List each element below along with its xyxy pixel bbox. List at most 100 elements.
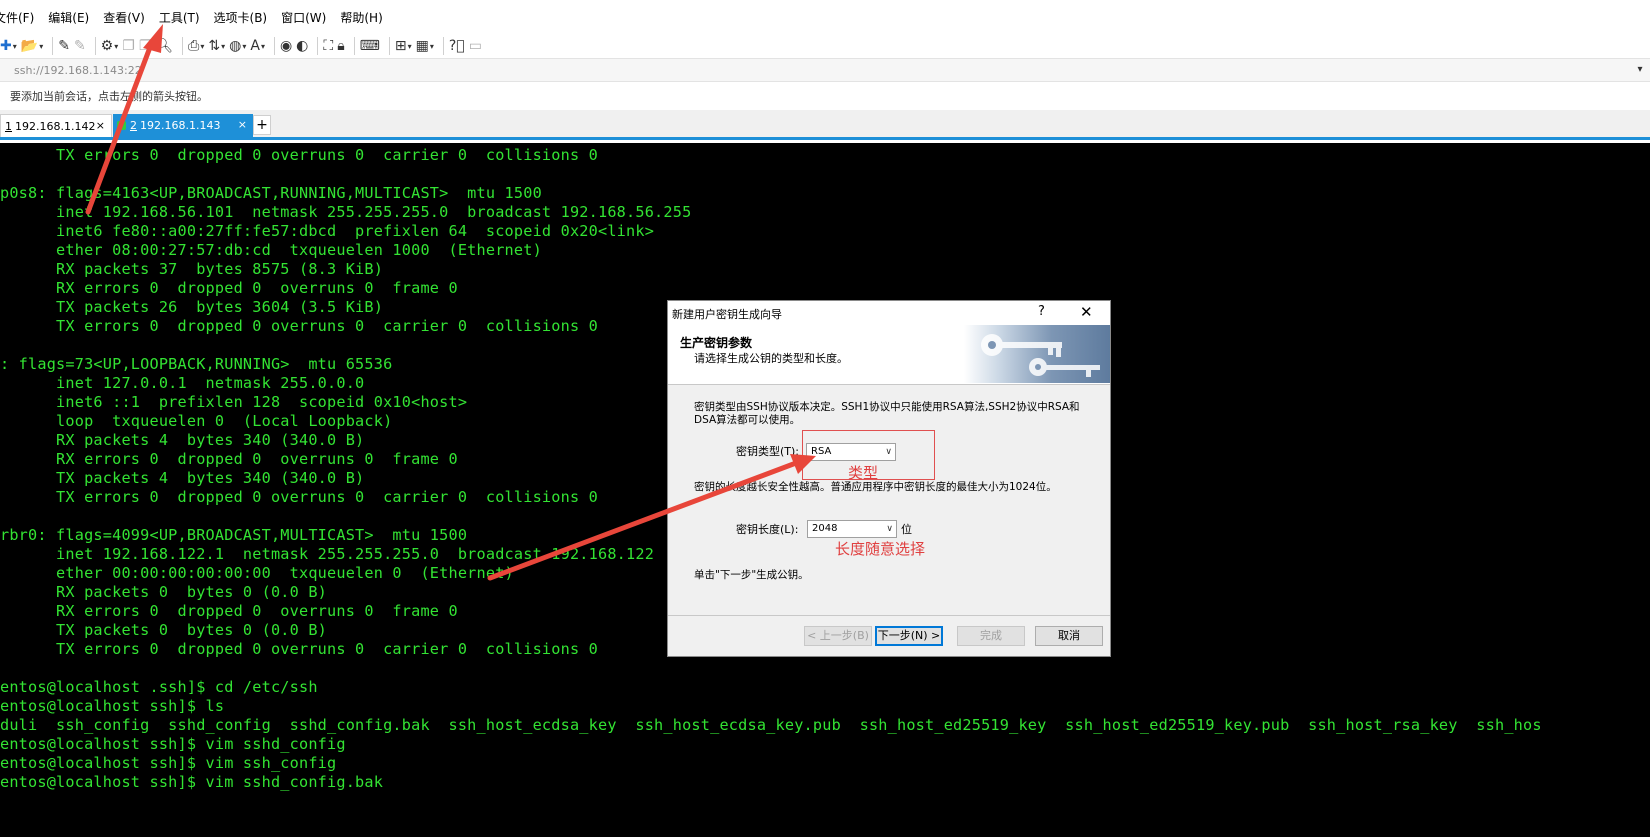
help-icon[interactable]: ? — [1038, 304, 1045, 319]
close-icon[interactable]: ✕ — [1080, 303, 1093, 321]
terminal-scrollbar[interactable] — [1634, 143, 1650, 837]
toolbar-separator — [52, 37, 54, 55]
key-length-value: 2048 — [812, 523, 838, 534]
finish-button[interactable]: 完成 — [957, 626, 1025, 646]
terminal-line: inet6 fe80::a00:27ff:fe57:dbcd prefixlen… — [0, 222, 655, 240]
add-tab-button[interactable]: + — [253, 115, 271, 135]
copy-icon[interactable]: ❐ — [122, 36, 135, 56]
font-icon[interactable]: A ▾ — [250, 36, 265, 56]
tab-label: 192.168.1.143 — [140, 119, 221, 132]
description-line: 密钥类型由SSH协议版本决定。SSH1协议中只能使用RSA算法,SSH2协议中R… — [694, 401, 1080, 413]
terminal-line: TX packets 4 bytes 340 (340.0 B) — [0, 469, 365, 487]
keyboard-icon[interactable]: ⌨ — [360, 36, 380, 56]
toolbar-separator — [388, 37, 390, 55]
address-text[interactable]: ssh://192.168.1.143:22 — [14, 64, 142, 77]
chat-icon[interactable]: ▭ — [469, 36, 482, 56]
dialog-titlebar: 新建用户密钥生成向导 ? ✕ — [668, 301, 1110, 325]
tab-label: 192.168.1.142 — [15, 119, 96, 133]
tab-session-1[interactable]: 1 192.168.1.142 × — [0, 114, 112, 137]
globe-icon[interactable]: ◍ ▾ — [229, 36, 246, 56]
chevron-down-icon: ∨ — [886, 524, 893, 534]
menu-tools[interactable]: 工具(T) — [159, 9, 208, 26]
terminal-line: duli ssh_config sshd_config sshd_config.… — [0, 716, 1542, 734]
terminal-line: entos@localhost ssh]$ vim sshd_config.ba… — [0, 773, 384, 791]
transfer-icon[interactable]: ⇅ ▾ — [208, 36, 225, 56]
menu-help[interactable]: 帮助(H) — [340, 9, 390, 26]
next-step-hint: 单击"下一步"生成公钥。 — [694, 569, 809, 581]
terminal-line: RX errors 0 dropped 0 overruns 0 frame 0 — [0, 602, 458, 620]
xftp-icon[interactable]: ◉ — [280, 36, 292, 56]
tab-close-icon[interactable]: × — [96, 119, 105, 132]
terminal-line: entos@localhost ssh]$ ls — [0, 697, 225, 715]
terminal-line: p0s8: flags=4163<UP,BROADCAST,RUNNING,MU… — [0, 184, 542, 202]
terminal-line: TX errors 0 dropped 0 overruns 0 carrier… — [0, 146, 598, 164]
back-button[interactable]: < 上一步(B) — [804, 626, 872, 646]
terminal-line: RX packets 4 bytes 340 (340.0 B) — [0, 431, 365, 449]
disconnect-icon[interactable]: ✎ — [74, 36, 86, 56]
dialog-header: 生产密钥参数 请选择生成公钥的类型和长度。 — [668, 325, 1110, 385]
key-length-select[interactable]: 2048 ∨ — [807, 520, 897, 538]
tab-session-2[interactable]: 2 192.168.1.143 × — [113, 114, 253, 137]
toolbar-separator — [317, 37, 319, 55]
dialog-title: 新建用户密钥生成向导 — [672, 308, 782, 321]
terminal-line: TX errors 0 dropped 0 overruns 0 carrier… — [0, 317, 598, 335]
help-icon[interactable]: ?⃝ — [449, 36, 465, 56]
toolbar-separator — [182, 37, 184, 55]
cancel-button[interactable]: 取消 — [1035, 626, 1103, 646]
fullscreen-icon[interactable]: ⛶ — [323, 36, 333, 56]
terminal-line: RX packets 37 bytes 8575 (8.3 KiB) — [0, 260, 384, 278]
open-folder-icon[interactable]: 📂 ▾ — [21, 36, 43, 56]
layout-icon[interactable]: ▦ ▾ — [416, 36, 434, 56]
toolbar: ✚ ▾ 📂 ▾ ✎ ✎ ⚙ ▾ ❐ ❐ 🔍︎ ⎙ ▾ ⇅ ▾ ◍ ▾ A ▾ ◉ ◐ ⛶ 🔒︎… — [0, 34, 1650, 58]
key-length-unit: 位 — [901, 523, 912, 536]
new-session-icon[interactable]: ✚ ▾ — [0, 36, 17, 56]
terminal-line: RX errors 0 dropped 0 overruns 0 frame 0 — [0, 450, 458, 468]
key-type-description: 密钥类型由SSH协议版本决定。SSH1协议中只能使用RSA算法,SSH2协议中R… — [694, 401, 1080, 427]
terminal-line: loop txqueuelen 0 (Local Loopback) — [0, 412, 393, 430]
terminal-line: rbr0: flags=4099<UP,BROADCAST,MULTICAST>… — [0, 526, 468, 544]
toolbar-separator — [273, 37, 275, 55]
terminal-line: inet 127.0.0.1 netmask 255.0.0.0 — [0, 374, 365, 392]
terminal-line: RX errors 0 dropped 0 overruns 0 frame 0 — [0, 279, 458, 297]
xshell-window: 文件(F) 编辑(E) 查看(V) 工具(T) 选项卡(B) 窗口(W) 帮助(… — [0, 0, 1650, 837]
new-tab-icon[interactable]: ⊞ ▾ — [395, 36, 412, 56]
terminal-line: ether 08:00:27:57:db:cd txqueuelen 1000 … — [0, 241, 542, 259]
toolbar-separator — [353, 37, 355, 55]
menu-file[interactable]: 文件(F) — [0, 9, 42, 26]
properties-icon[interactable]: ⚙ ▾ — [101, 36, 119, 56]
terminal-line: entos@localhost ssh]$ vim ssh_config — [0, 754, 337, 772]
menu-edit[interactable]: 编辑(E) — [48, 9, 97, 26]
dialog-footer-divider — [668, 615, 1110, 616]
description-line: DSA算法都可以使用。 — [694, 414, 801, 426]
toolbar-separator — [94, 37, 96, 55]
session-hint-text: 要添加当前会话，点击左侧的箭头按钮。 — [10, 90, 208, 103]
menu-bar: 文件(F) 编辑(E) 查看(V) 工具(T) 选项卡(B) 窗口(W) 帮助(… — [0, 0, 1650, 34]
menu-window[interactable]: 窗口(W) — [281, 9, 334, 26]
key-length-label: 密钥长度(L): — [736, 523, 799, 536]
menu-view[interactable]: 查看(V) — [103, 9, 153, 26]
tab-number: 2 — [130, 119, 137, 132]
terminal-line: entos@localhost .ssh]$ cd /etc/ssh — [0, 678, 318, 696]
toolbar-separator — [442, 37, 444, 55]
xmanager-icon[interactable]: ◐ — [296, 36, 308, 56]
address-bar[interactable]: ssh://192.168.1.143:22 ▾ — [0, 58, 1650, 82]
terminal-line: ether 00:00:00:00:00:00 txqueuelen 0 (Et… — [0, 564, 514, 582]
next-button[interactable]: 下一步(N) > — [875, 626, 943, 646]
lock-icon[interactable]: 🔒︎ — [337, 36, 344, 56]
terminal-line: inet 192.168.56.101 netmask 255.255.255.… — [0, 203, 692, 221]
connect-icon[interactable]: ✎ — [58, 36, 70, 56]
connected-status-icon — [117, 121, 126, 130]
terminal-line: inet 192.168.122.1 netmask 255.255.255.0… — [0, 545, 655, 563]
paste-icon[interactable]: ❐ — [139, 36, 152, 56]
address-dropdown-icon[interactable]: ▾ — [1634, 62, 1646, 78]
menu-tabs[interactable]: 选项卡(B) — [214, 9, 276, 26]
terminal-line: TX packets 0 bytes 0 (0.0 B) — [0, 621, 328, 639]
tab-close-icon[interactable]: × — [238, 118, 247, 131]
find-icon[interactable]: 🔍︎ — [155, 36, 173, 56]
annotation-length-label: 长度随意选择 — [835, 540, 926, 558]
tab-bar: 1 192.168.1.142 × 2 192.168.1.143 × + — [0, 110, 1650, 140]
session-hint-bar: 要添加当前会话，点击左侧的箭头按钮。 — [0, 84, 1650, 108]
terminal-line: TX errors 0 dropped 0 overruns 0 carrier… — [0, 640, 598, 658]
dialog-subheading: 请选择生成公钥的类型和长度。 — [694, 352, 848, 365]
print-icon[interactable]: ⎙ ▾ — [188, 36, 204, 56]
